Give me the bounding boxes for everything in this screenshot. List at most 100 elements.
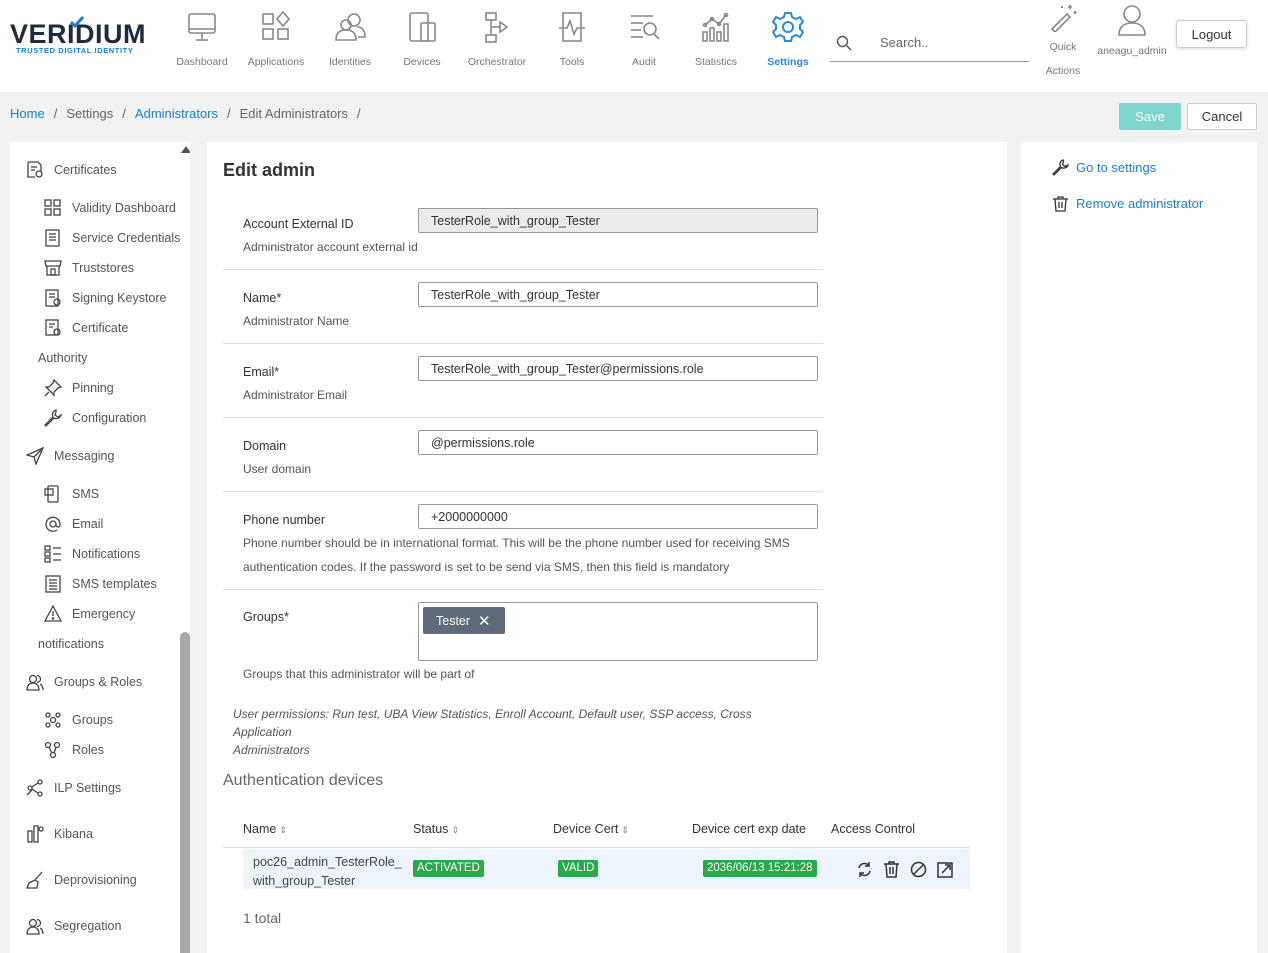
user-permissions-text: User permissions: Run test, UBA View Sta…: [233, 705, 813, 759]
field-help: Administrator Name: [243, 314, 350, 328]
sidebar-item-label: Configuration: [72, 411, 147, 425]
sidebar-item-truststores[interactable]: Truststores: [44, 259, 134, 277]
sms-icon: [44, 485, 59, 503]
nav-label: Statistics: [694, 56, 737, 68]
scroll-up-arrow-icon[interactable]: [181, 146, 190, 153]
pin-icon: [44, 379, 62, 397]
block-icon[interactable]: [909, 860, 928, 879]
sort-icon: ⇕: [621, 825, 629, 835]
nav-applications[interactable]: Applications: [240, 10, 312, 68]
magic-wand-icon: [1050, 5, 1077, 34]
nav-label: Dashboard: [176, 56, 228, 68]
sidebar-item-label: Emergency: [72, 607, 136, 621]
sidebar-item-messaging[interactable]: Messaging: [26, 447, 114, 465]
sidebar-item-sms-templates[interactable]: SMS templates: [44, 575, 157, 593]
sidebar-item-groups-roles[interactable]: Groups & Roles: [26, 673, 142, 691]
sidebar-item-validity-dashboard[interactable]: Validity Dashboard: [44, 199, 176, 217]
column-header-access-control: Access Control: [831, 822, 915, 836]
sidebar-item-certificate-authority[interactable]: Certificate: [44, 319, 128, 337]
breadcrumb-home[interactable]: Home: [10, 106, 45, 121]
sidebar-item-emergency-notifications[interactable]: Emergency: [44, 605, 135, 623]
nav-devices[interactable]: Devices: [386, 10, 458, 68]
domain-field[interactable]: [418, 430, 818, 455]
remove-administrator-link[interactable]: Remove administrator: [1052, 195, 1203, 212]
scrollbar-thumb[interactable]: [180, 632, 190, 953]
sidebar-item-service-credentials[interactable]: Service Credentials: [44, 229, 180, 247]
access-control-actions: [855, 860, 955, 879]
nav-statistics[interactable]: Statistics: [680, 10, 752, 68]
column-header-device-cert[interactable]: Device Cert ⇕: [553, 822, 629, 836]
quick-actions-button[interactable]: Quick Actions: [1040, 2, 1086, 83]
permissions-line: Administrators: [233, 743, 310, 757]
sidebar-item-label: Kibana: [54, 827, 93, 841]
name-row: Name* Administrator Name: [223, 270, 823, 344]
nav-tools[interactable]: Tools: [536, 10, 608, 68]
nav-label: Identities: [328, 56, 372, 68]
refresh-icon[interactable]: [855, 860, 874, 879]
search-icon: [836, 35, 852, 51]
gear-icon: [771, 12, 805, 42]
nav-audit[interactable]: Audit: [608, 10, 680, 68]
sidebar-item-email[interactable]: Email: [44, 515, 103, 533]
cert-badge: VALID: [558, 860, 599, 877]
sidebar-item-label: Pinning: [72, 381, 114, 395]
cancel-button[interactable]: Cancel: [1187, 103, 1257, 130]
sidebar-item-configuration[interactable]: Configuration: [44, 409, 146, 427]
sidebar-item-groups[interactable]: Groups: [44, 711, 113, 729]
name-field[interactable]: [418, 282, 818, 307]
sidebar-item-roles[interactable]: Roles: [44, 741, 104, 759]
user-menu[interactable]: aneagu_admin: [1095, 4, 1169, 57]
nav-settings[interactable]: Settings: [752, 10, 824, 68]
save-button[interactable]: Save: [1119, 103, 1181, 130]
quick-actions-label-2: Actions: [1045, 65, 1081, 77]
sidebar-item-pinning[interactable]: Pinning: [44, 379, 114, 397]
phone-number-field[interactable]: [418, 504, 818, 529]
segregation-icon: [26, 918, 44, 935]
sidebar-item-ilp-settings[interactable]: ILP Settings: [26, 779, 121, 797]
sidebar-item-label: Groups: [72, 713, 113, 727]
sidebar-item-label: Truststores: [72, 261, 135, 275]
sidebar-item-notifications[interactable]: Notifications: [44, 545, 140, 563]
logo-check-icon: [70, 16, 84, 28]
search-input[interactable]: [880, 32, 1020, 52]
logout-button[interactable]: Logout: [1176, 20, 1247, 48]
nav-dashboard[interactable]: Dashboard: [166, 10, 238, 68]
nav-identities[interactable]: Identities: [314, 10, 386, 68]
column-header-name[interactable]: Name ⇕: [243, 822, 287, 836]
email-row: Email* Administrator Email: [223, 344, 823, 418]
sidebar-item-label: Notifications: [72, 547, 141, 561]
orchestrator-icon: [485, 12, 509, 43]
email-field[interactable]: [418, 356, 818, 381]
field-help: Phone number should be in international …: [243, 536, 790, 550]
template-icon: [45, 575, 61, 593]
breadcrumb-separator: /: [122, 106, 126, 121]
nav-label: Applications: [247, 56, 305, 68]
sidebar-item-sms[interactable]: SMS: [44, 485, 99, 503]
sidebar-scrollbar[interactable]: [180, 142, 190, 953]
sidebar-item-label: Service Credentials: [72, 231, 181, 245]
trash-icon[interactable]: [882, 860, 901, 879]
external-id-field: [418, 208, 818, 233]
external-link-icon[interactable]: [936, 860, 955, 879]
sidebar-item-deprovisioning[interactable]: Deprovisioning: [26, 871, 137, 889]
groups-row: Groups* Tester ✕ Groups that this admini…: [223, 590, 823, 690]
table-row: poc26_admin_TesterRole_ with_group_Teste…: [243, 849, 970, 889]
field-label: Groups*: [243, 610, 289, 624]
settings-sidebar: Certificates Validity Dashboard Service …: [10, 142, 190, 953]
sidebar-item-label: Validity Dashboard: [72, 201, 176, 215]
veridium-logo[interactable]: VERIDIUM TRUSTED DIGITAL IDENTITY: [10, 16, 155, 60]
send-icon: [26, 447, 44, 465]
sidebar-item-kibana[interactable]: Kibana: [26, 825, 93, 843]
remove-chip-icon[interactable]: ✕: [478, 612, 491, 630]
groups-select[interactable]: Tester ✕: [418, 602, 818, 661]
sidebar-item-signing-keystore[interactable]: Signing Keystore: [44, 289, 167, 307]
sidebar-item-certificates[interactable]: Certificates: [26, 161, 117, 179]
go-to-settings-link[interactable]: Go to settings: [1052, 159, 1156, 176]
column-header-status[interactable]: Status ⇕: [413, 822, 459, 836]
sidebar-item-segregation[interactable]: Segregation: [26, 917, 121, 935]
quick-actions-label: Quick: [1049, 41, 1077, 53]
group-chip: Tester ✕: [423, 607, 505, 634]
breadcrumb-administrators[interactable]: Administrators: [135, 106, 218, 121]
breadcrumb-edit: Edit Administrators: [239, 106, 348, 121]
nav-orchestrator[interactable]: Orchestrator: [461, 10, 533, 68]
